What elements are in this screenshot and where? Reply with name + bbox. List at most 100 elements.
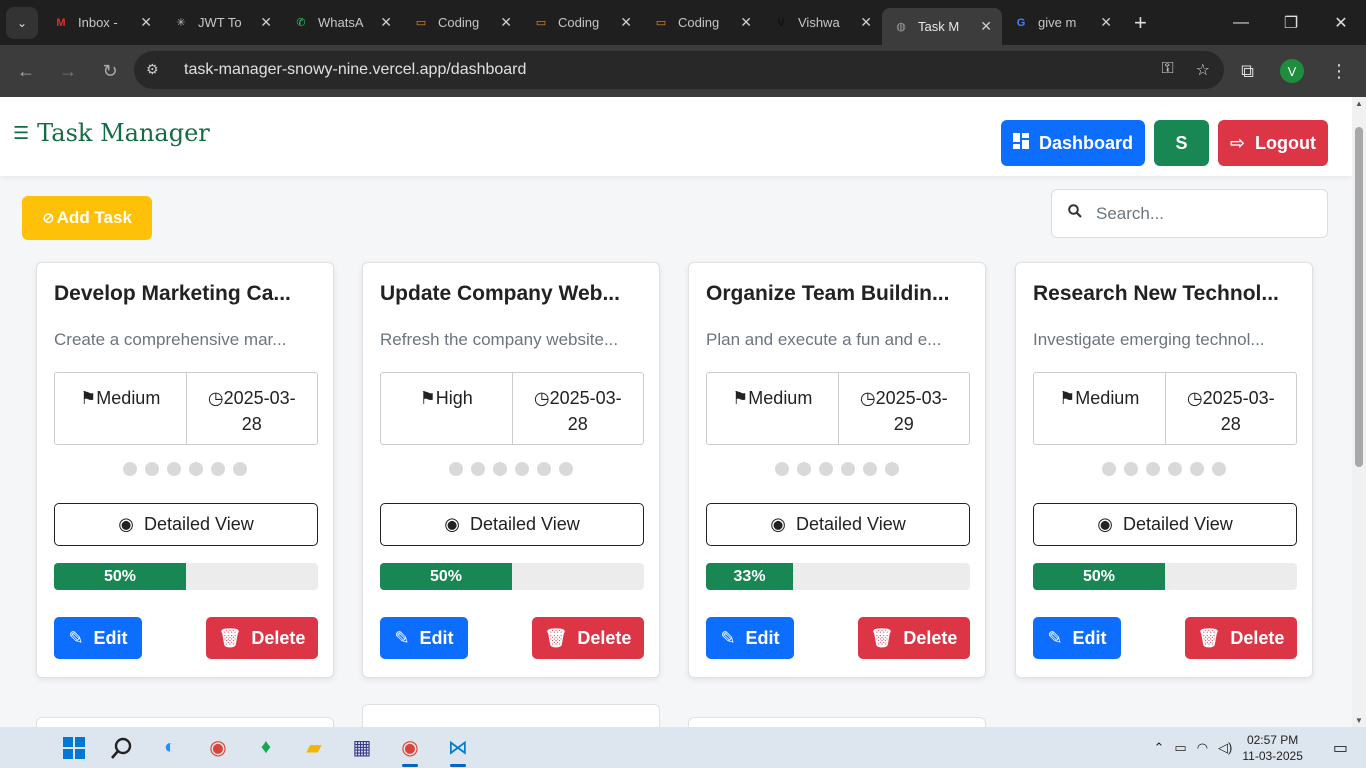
- carousel-dot[interactable]: [1146, 462, 1160, 476]
- carousel-dot[interactable]: [1168, 462, 1182, 476]
- volume-icon[interactable]: ◁): [1218, 740, 1232, 756]
- carousel-dot[interactable]: [493, 462, 507, 476]
- add-task-button[interactable]: ⊘ Add Task: [22, 196, 152, 240]
- carousel-dot[interactable]: [449, 462, 463, 476]
- browser-tab[interactable]: ▭ Coding ✕: [642, 0, 762, 45]
- browser-tab[interactable]: Ggive m ✕: [1002, 0, 1122, 45]
- search-input[interactable]: [1096, 203, 1296, 224]
- carousel-dot[interactable]: [885, 462, 899, 476]
- tab-close-icon[interactable]: ✕: [140, 14, 152, 31]
- task-list-icon: ☰: [13, 122, 30, 143]
- mongodb-icon[interactable]: ♦: [242, 727, 290, 768]
- carousel-dot[interactable]: [775, 462, 789, 476]
- edit-button[interactable]: ✎ Edit: [380, 617, 468, 659]
- carousel-dot[interactable]: [559, 462, 573, 476]
- carousel-dot[interactable]: [211, 462, 225, 476]
- tab-close-icon[interactable]: ✕: [740, 14, 752, 31]
- app-icon[interactable]: ▦: [338, 727, 386, 768]
- detailed-view-button[interactable]: ◉ Detailed View: [1033, 503, 1297, 546]
- carousel-dot[interactable]: [515, 462, 529, 476]
- tab-close-icon[interactable]: ✕: [500, 14, 512, 31]
- delete-button[interactable]: 🗑 Delete: [858, 617, 970, 659]
- minimize-icon[interactable]: —: [1216, 0, 1266, 45]
- address-bar[interactable]: ⚙ task-manager-snowy-nine.vercel.app/das…: [134, 51, 1224, 89]
- chevron-up-icon[interactable]: ⌃: [1154, 740, 1165, 756]
- new-tab-plus-icon[interactable]: +: [1134, 10, 1147, 36]
- extensions-icon[interactable]: ⧉: [1241, 61, 1254, 82]
- battery-icon[interactable]: ▭: [1174, 740, 1186, 756]
- progress-fill: 50%: [54, 563, 186, 590]
- carousel-dot[interactable]: [841, 462, 855, 476]
- menu-kebab-icon[interactable]: ⋮: [1330, 61, 1348, 82]
- app-header: ☰ Task Manager Dashboard S ⇨ Logout: [0, 97, 1352, 176]
- reload-icon[interactable]: ↻: [90, 51, 130, 91]
- carousel-dot[interactable]: [189, 462, 203, 476]
- chrome-profile-icon[interactable]: ◉: [386, 727, 434, 768]
- site-info-icon[interactable]: ⚙: [146, 61, 164, 79]
- browser-tab[interactable]: ✆ WhatsA ✕: [282, 0, 402, 45]
- restore-icon[interactable]: ❐: [1266, 0, 1316, 45]
- carousel-dot[interactable]: [819, 462, 833, 476]
- browser-tab[interactable]: ▭ Coding ✕: [402, 0, 522, 45]
- close-window-icon[interactable]: ✕: [1316, 0, 1366, 45]
- tab-close-icon[interactable]: ✕: [620, 14, 632, 31]
- tab-list: M Inbox - ✕ ✳ JWT To ✕ ✆ WhatsA ✕ ▭ Coding ✕ ▭ Coding…: [42, 0, 1122, 45]
- chrome-icon[interactable]: ◉: [194, 727, 242, 768]
- scroll-down-icon[interactable]: ▼: [1355, 716, 1363, 725]
- carousel-dot[interactable]: [1190, 462, 1204, 476]
- scroll-up-icon[interactable]: ▲: [1355, 99, 1363, 108]
- wifi-icon[interactable]: ◠: [1197, 740, 1208, 756]
- edit-button[interactable]: ✎ Edit: [1033, 617, 1121, 659]
- edit-button[interactable]: ✎ Edit: [706, 617, 794, 659]
- carousel-dot[interactable]: [167, 462, 181, 476]
- carousel-dot[interactable]: [863, 462, 877, 476]
- tab-close-icon[interactable]: ✕: [380, 14, 392, 31]
- app-brand[interactable]: ☰ Task Manager: [13, 119, 210, 147]
- delete-button[interactable]: 🗑 Delete: [206, 617, 318, 659]
- detailed-view-button[interactable]: ◉ Detailed View: [380, 503, 644, 546]
- browser-tab[interactable]: M Inbox - ✕: [42, 0, 162, 45]
- carousel-dot[interactable]: [537, 462, 551, 476]
- delete-button[interactable]: 🗑 Delete: [532, 617, 644, 659]
- detailed-view-button[interactable]: ◉ Detailed View: [706, 503, 970, 546]
- clock[interactable]: 02:57 PM 11-03-2025: [1242, 732, 1303, 764]
- search-taskbar-icon[interactable]: [98, 727, 146, 768]
- detailed-view-button[interactable]: ◉ Detailed View: [54, 503, 318, 546]
- dashboard-button[interactable]: Dashboard: [1001, 120, 1145, 166]
- tab-close-icon[interactable]: ✕: [1100, 14, 1112, 31]
- carousel-dot[interactable]: [145, 462, 159, 476]
- tab-close-icon[interactable]: ✕: [980, 18, 992, 35]
- user-avatar-button[interactable]: S: [1154, 120, 1209, 166]
- carousel-dot[interactable]: [123, 462, 137, 476]
- pencil-icon: ✎: [394, 627, 410, 648]
- carousel-dot[interactable]: [1102, 462, 1116, 476]
- bookmark-star-icon[interactable]: ☆: [1196, 60, 1210, 80]
- carousel-dot[interactable]: [1124, 462, 1138, 476]
- page-scrollbar[interactable]: ▲ ▼: [1352, 97, 1366, 727]
- browser-tab[interactable]: V Vishwa ✕: [762, 0, 882, 45]
- notification-icon[interactable]: ▭: [1333, 738, 1348, 758]
- forward-arrow-icon[interactable]: →: [48, 51, 88, 91]
- back-arrow-icon[interactable]: ←: [6, 51, 46, 91]
- windows-start-icon[interactable]: [50, 727, 98, 768]
- carousel-dot[interactable]: [233, 462, 247, 476]
- tab-close-icon[interactable]: ✕: [260, 14, 272, 31]
- edge-browser-icon[interactable]: ◐: [146, 727, 194, 768]
- logout-button[interactable]: ⇨ Logout: [1218, 120, 1328, 166]
- browser-tab[interactable]: ◍ Task M ✕: [882, 8, 1002, 45]
- browser-tab[interactable]: ▭ Coding ✕: [522, 0, 642, 45]
- carousel-dot[interactable]: [797, 462, 811, 476]
- vscode-icon[interactable]: ⋈: [434, 727, 482, 768]
- carousel-dot[interactable]: [471, 462, 485, 476]
- edit-button[interactable]: ✎ Edit: [54, 617, 142, 659]
- tab-close-icon[interactable]: ✕: [860, 14, 872, 31]
- file-explorer-icon[interactable]: ▰: [290, 727, 338, 768]
- carousel-dot[interactable]: [1212, 462, 1226, 476]
- scrollbar-thumb[interactable]: [1355, 127, 1363, 467]
- tab-search-chevron-icon[interactable]: ⌄: [6, 6, 38, 39]
- browser-tab[interactable]: ✳ JWT To ✕: [162, 0, 282, 45]
- delete-button[interactable]: 🗑 Delete: [1185, 617, 1297, 659]
- trash-icon: 🗑: [544, 627, 568, 648]
- password-key-icon[interactable]: ⚿: [1161, 60, 1173, 80]
- profile-avatar[interactable]: V: [1280, 59, 1304, 83]
